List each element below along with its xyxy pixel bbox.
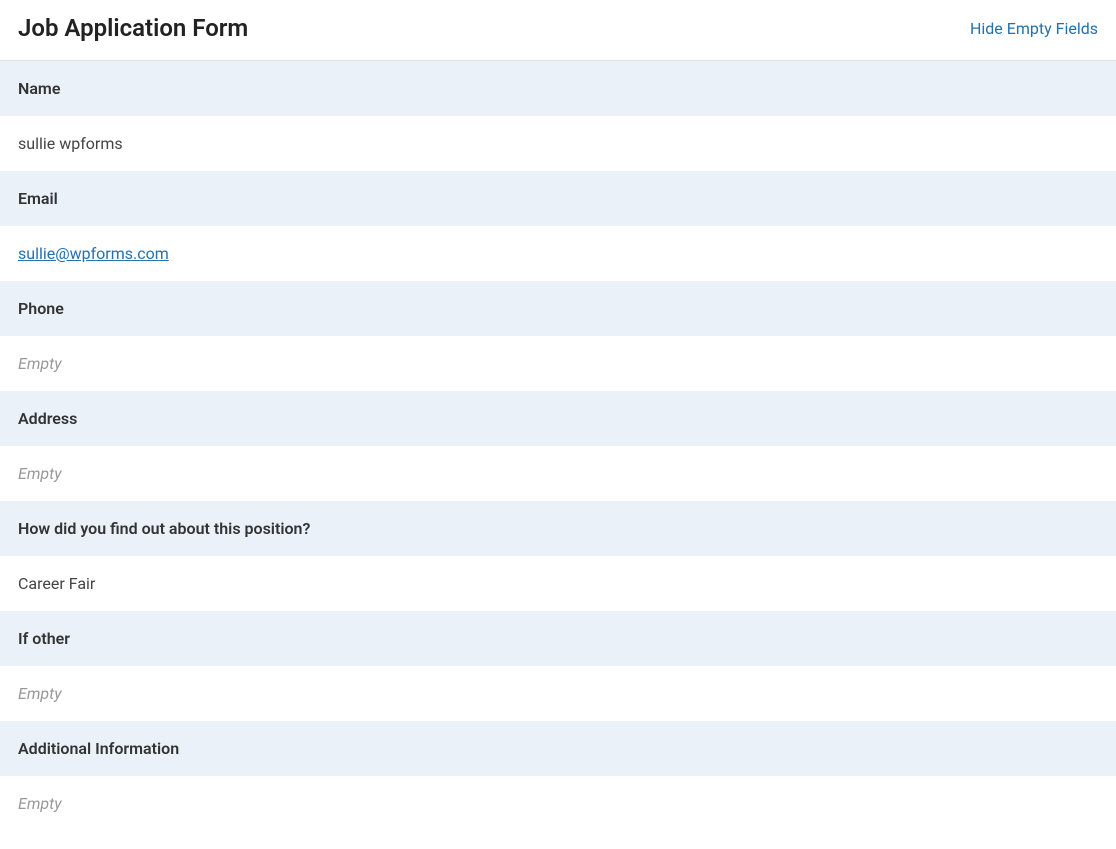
- field-value-name: sullie wpforms: [0, 116, 1116, 171]
- form-header: Job Application Form Hide Empty Fields: [0, 0, 1116, 61]
- entries-list: Name sullie wpforms Email sullie@wpforms…: [0, 61, 1116, 831]
- email-link[interactable]: sullie@wpforms.com: [18, 244, 169, 263]
- field-label-additional-info: Additional Information: [0, 721, 1116, 776]
- field-label-if-other: If other: [0, 611, 1116, 666]
- field-value-phone: Empty: [0, 336, 1116, 391]
- field-label-address: Address: [0, 391, 1116, 446]
- hide-empty-fields-link[interactable]: Hide Empty Fields: [970, 19, 1098, 38]
- field-label-phone: Phone: [0, 281, 1116, 336]
- field-value-address: Empty: [0, 446, 1116, 501]
- field-label-found-out: How did you find out about this position…: [0, 501, 1116, 556]
- field-label-email: Email: [0, 171, 1116, 226]
- field-value-if-other: Empty: [0, 666, 1116, 721]
- field-value-found-out: Career Fair: [0, 556, 1116, 611]
- field-label-name: Name: [0, 61, 1116, 116]
- field-value-additional-info: Empty: [0, 776, 1116, 831]
- field-value-email: sullie@wpforms.com: [0, 226, 1116, 281]
- page-title: Job Application Form: [18, 14, 248, 42]
